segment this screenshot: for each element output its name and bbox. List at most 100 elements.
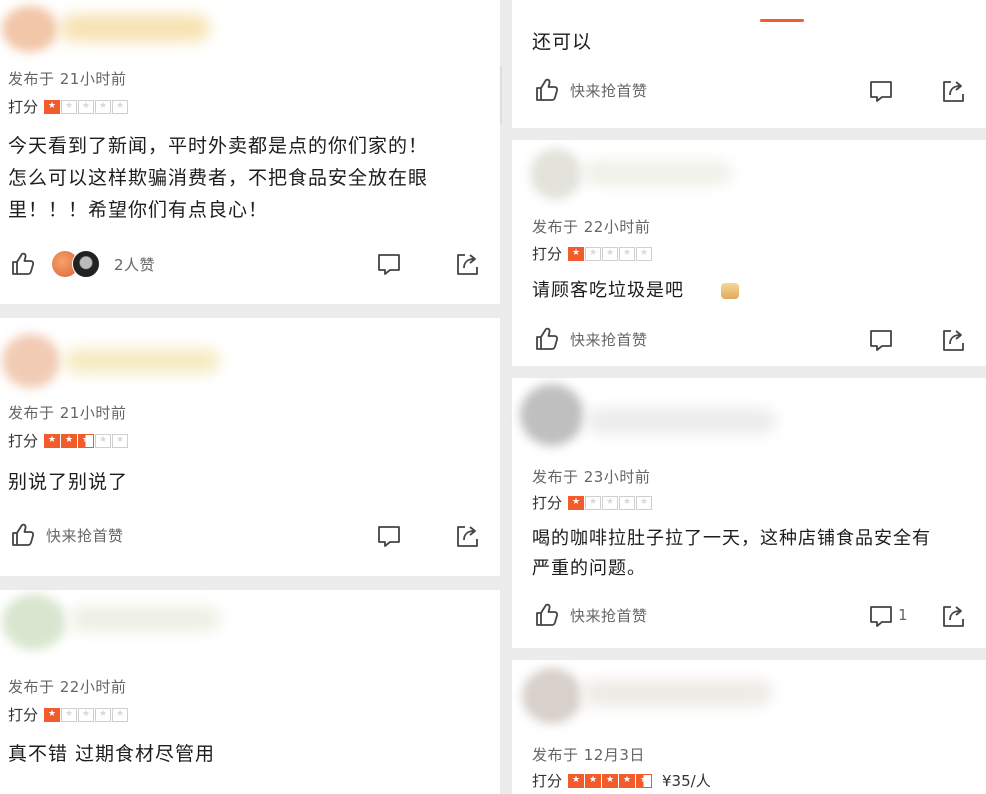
star-icon: ★ bbox=[95, 707, 112, 722]
reviewer-name[interactable] bbox=[582, 160, 732, 186]
star-icon: ★ bbox=[78, 433, 95, 448]
star-icon: ★ bbox=[112, 99, 129, 114]
post-time: 发布于 12月3日 bbox=[532, 746, 645, 764]
review-line: 喝的咖啡拉肚子拉了一天，这种店铺食品安全有 bbox=[532, 528, 931, 549]
reviewer-name[interactable] bbox=[586, 408, 776, 434]
thumbs-up-icon[interactable] bbox=[534, 326, 560, 352]
star-icon: ★ bbox=[636, 773, 653, 788]
left-review-column: 发布于 21小时前 打分 ★ ★ ★ ★ ★ 今天看到了新闻，平时外卖都是点的你们家的！… bbox=[0, 0, 500, 794]
star-rating: ★ ★ ★ ★ ★ bbox=[568, 773, 653, 788]
like-count: 2人赞 bbox=[114, 255, 156, 274]
review-line: 严重的问题。 bbox=[532, 558, 646, 579]
star-rating: ★ ★ ★ ★ ★ bbox=[44, 707, 129, 722]
rating-label: 打分 bbox=[532, 245, 563, 263]
comment-icon[interactable] bbox=[868, 603, 894, 629]
comment-icon[interactable] bbox=[376, 523, 402, 549]
avatar[interactable] bbox=[522, 668, 582, 724]
rating: 打分 ★ ★ ★ ★ ★ bbox=[8, 430, 129, 451]
avatar[interactable] bbox=[520, 384, 584, 446]
reviewer-name[interactable] bbox=[60, 14, 210, 42]
share-icon[interactable] bbox=[454, 523, 480, 549]
rating-label: 打分 bbox=[8, 98, 39, 116]
review-card: 发布于 21小时前 打分 ★ ★ ★ ★ ★ 今天看到了新闻，平时外卖都是点的你们家的！… bbox=[0, 0, 500, 304]
liker-avatar[interactable] bbox=[72, 250, 100, 278]
like-area[interactable]: 快来抢首赞 bbox=[534, 602, 648, 628]
avatar[interactable] bbox=[530, 148, 582, 200]
review-line: 怎么可以这样欺骗消费者，不把食品安全放在眼 bbox=[8, 167, 429, 189]
reviewer-header bbox=[512, 140, 986, 200]
rating-label: 打分 bbox=[532, 772, 563, 790]
reviewer-name[interactable] bbox=[64, 348, 220, 374]
like-area[interactable]: 2人赞 bbox=[10, 250, 155, 278]
like-prompt[interactable]: 快来抢首赞 bbox=[570, 605, 648, 626]
star-icon: ★ bbox=[619, 495, 636, 510]
column-divider bbox=[500, 66, 502, 124]
like-area[interactable]: 快来抢首赞 bbox=[10, 522, 124, 548]
star-icon: ★ bbox=[61, 99, 78, 114]
review-card: 还可以 快来抢首赞 bbox=[512, 0, 986, 128]
reviewer-name[interactable] bbox=[582, 680, 772, 706]
share-icon[interactable] bbox=[940, 78, 966, 104]
like-prompt[interactable]: 快来抢首赞 bbox=[46, 525, 124, 546]
avatar[interactable] bbox=[2, 594, 66, 650]
star-icon: ★ bbox=[602, 246, 619, 261]
review-card: 发布于 21小时前 打分 ★ ★ ★ ★ ★ 别说了别说了 快来抢首赞 bbox=[0, 318, 500, 576]
rating-label: 打分 bbox=[532, 494, 563, 512]
star-icon: ★ bbox=[568, 495, 585, 510]
star-icon: ★ bbox=[95, 433, 112, 448]
review-card: 发布于 22小时前 打分 ★ ★ ★ ★ ★ 请顾客吃垃圾是吧 快来抢首赞 bbox=[512, 140, 986, 366]
review-text: 还可以 bbox=[532, 26, 972, 58]
post-time: 发布于 23小时前 bbox=[532, 468, 651, 486]
post-time: 发布于 21小时前 bbox=[8, 70, 127, 88]
rating-label: 打分 bbox=[8, 706, 39, 724]
review-line: 里！！！希望你们有点良心！ bbox=[8, 199, 269, 221]
star-icon: ★ bbox=[585, 495, 602, 510]
comment-icon[interactable] bbox=[376, 251, 402, 277]
share-icon[interactable] bbox=[454, 251, 480, 277]
star-icon: ★ bbox=[585, 246, 602, 261]
star-icon: ★ bbox=[602, 773, 619, 788]
comment-icon[interactable] bbox=[868, 327, 894, 353]
star-rating: ★ ★ ★ ★ ★ bbox=[568, 246, 653, 261]
thumbs-up-icon[interactable] bbox=[10, 522, 36, 548]
thumbs-up-icon[interactable] bbox=[534, 77, 560, 103]
star-rating: ★ ★ ★ ★ ★ bbox=[44, 433, 129, 448]
review-line: 还可以 bbox=[532, 31, 593, 53]
share-icon[interactable] bbox=[940, 603, 966, 629]
reviewer-name[interactable] bbox=[70, 606, 220, 632]
star-icon: ★ bbox=[61, 707, 78, 722]
review-text: 真不错 过期食材尽管用 bbox=[8, 738, 488, 770]
rating-label: 打分 bbox=[8, 432, 39, 450]
like-prompt[interactable]: 快来抢首赞 bbox=[570, 80, 648, 101]
star-icon: ★ bbox=[619, 246, 636, 261]
review-card: 发布于 12月3日 打分 ★ ★ ★ ★ ★ ¥35/人 bbox=[512, 660, 986, 794]
thumbs-up-icon[interactable] bbox=[534, 602, 560, 628]
avatar[interactable] bbox=[2, 6, 58, 52]
like-area[interactable]: 快来抢首赞 bbox=[534, 77, 648, 103]
star-icon: ★ bbox=[602, 495, 619, 510]
star-icon: ★ bbox=[44, 707, 61, 722]
reviewer-header bbox=[512, 660, 986, 724]
price-per-person: ¥35/人 bbox=[662, 772, 711, 790]
star-icon: ★ bbox=[78, 99, 95, 114]
review-text: 请顾客吃垃圾是吧 bbox=[532, 275, 972, 307]
like-prompt[interactable]: 快来抢首赞 bbox=[570, 329, 648, 350]
comment-icon[interactable] bbox=[868, 78, 894, 104]
thumbs-up-icon[interactable] bbox=[10, 251, 36, 277]
post-time: 发布于 22小时前 bbox=[532, 218, 651, 236]
like-area[interactable]: 快来抢首赞 bbox=[534, 326, 648, 352]
rating: 打分 ★ ★ ★ ★ ★ bbox=[532, 492, 653, 513]
rating: 打分 ★ ★ ★ ★ ★ bbox=[8, 704, 129, 725]
star-icon: ★ bbox=[95, 99, 112, 114]
right-review-column: 还可以 快来抢首赞 发布于 22小时前 打分 ★ ★ ★ ★ ★ 请顾客吃垃圾是吧 快来… bbox=[512, 0, 986, 794]
star-icon: ★ bbox=[568, 773, 585, 788]
star-icon: ★ bbox=[44, 433, 61, 448]
avatar[interactable] bbox=[2, 334, 60, 388]
comment-count: 1 bbox=[898, 606, 908, 624]
star-icon: ★ bbox=[619, 773, 636, 788]
thumbs-up-emoji-icon bbox=[720, 283, 739, 299]
review-line-text: 请顾客吃垃圾是吧 bbox=[532, 280, 684, 301]
star-icon: ★ bbox=[112, 433, 129, 448]
reviewer-header bbox=[0, 590, 500, 650]
share-icon[interactable] bbox=[940, 327, 966, 353]
